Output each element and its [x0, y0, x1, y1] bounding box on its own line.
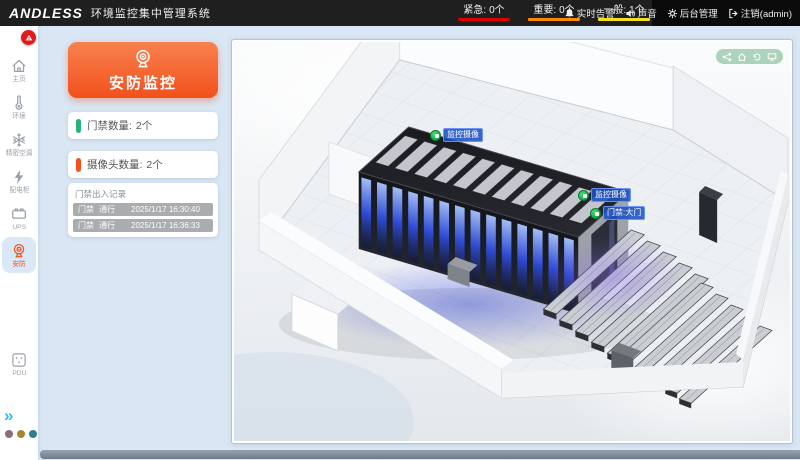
sidebar-nav: 主页 环境 精密空调 配电柜 UPS 安防 PDU »	[0, 26, 38, 460]
door-access-count-value: 2个	[136, 118, 152, 133]
logout-label: 注销(admin)	[741, 6, 792, 20]
record-time: 2025/1/17 16:36:33	[131, 221, 213, 230]
app-title: 环境监控集中管理系统	[91, 5, 211, 21]
theme-dot-gold[interactable]	[17, 430, 25, 438]
record-status: 通行	[99, 220, 131, 231]
logout-button[interactable]: 注销(admin)	[728, 6, 792, 20]
admin-button[interactable]: 后台管理	[667, 6, 718, 20]
logout-icon	[728, 8, 739, 19]
share-icon[interactable]	[722, 52, 732, 62]
horizontal-scrollbar[interactable]	[40, 450, 800, 459]
record-type: 门禁	[73, 220, 99, 231]
sidebar-item-power-cabinet-label: 配电柜	[9, 187, 29, 195]
camera-status-dot	[430, 130, 441, 141]
camera-count-label: 摄像头数量:	[87, 157, 142, 172]
admin-label: 后台管理	[680, 6, 718, 20]
camera-marker-label: 监控摄像	[443, 128, 483, 142]
sidebar-item-security-label: 安防	[12, 261, 25, 269]
battery-icon	[10, 205, 28, 223]
sidebar-item-pdu[interactable]: PDU	[2, 346, 36, 382]
speaker-icon	[625, 8, 636, 19]
sidebar-item-ups[interactable]: UPS	[2, 200, 36, 236]
sidebar-item-home[interactable]: 主页	[2, 52, 36, 88]
brand-logo: ANDLESS	[0, 5, 91, 21]
thermometer-icon	[10, 94, 28, 112]
datacenter-room-render	[234, 42, 790, 441]
fullscreen-icon[interactable]	[767, 52, 777, 62]
sidebar-dots	[5, 430, 37, 438]
record-status: 通行	[99, 204, 131, 215]
sidebar-item-ups-label: UPS	[12, 224, 26, 232]
camera-marker-1[interactable]: 监控摄像	[430, 128, 483, 142]
bell-icon	[564, 8, 575, 19]
access-record-row[interactable]: 门禁 通行 2025/1/17 16:36:33	[73, 219, 213, 232]
3d-room-viewport[interactable]: 监控摄像 监控摄像 门禁:大门	[231, 39, 793, 444]
home-view-icon[interactable]	[737, 52, 747, 62]
access-record-row[interactable]: 门禁 通行 2025/1/17 16:30:40	[73, 203, 213, 216]
sidebar-item-precision-ac[interactable]: 精密空调	[2, 126, 36, 162]
orange-accent-pill	[76, 158, 81, 172]
alert-badge[interactable]	[21, 30, 36, 45]
theme-dot-mauve[interactable]	[5, 430, 13, 438]
theme-dot-teal[interactable]	[29, 430, 37, 438]
door-marker-label: 门禁:大门	[603, 206, 645, 220]
record-time: 2025/1/17 16:30:40	[131, 205, 213, 214]
green-accent-pill	[76, 119, 81, 133]
realtime-alarm-button[interactable]: 实时告警	[564, 6, 615, 20]
home-icon	[10, 57, 28, 75]
access-records-title: 门禁出入记录	[75, 188, 213, 200]
alarm-counters: 紧急:0个 重要:0个 一般:1个	[458, 0, 650, 26]
camera-marker-label: 监控摄像	[591, 188, 631, 202]
warning-triangle-icon	[24, 33, 34, 43]
top-header: ANDLESS 环境监控集中管理系统 紧急:0个 重要:0个 一般:1个 实时告…	[0, 0, 800, 26]
alarm-urgent-label: 紧急:	[463, 5, 486, 16]
alarm-important-label: 重要:	[533, 5, 556, 16]
camera-marker-2[interactable]: 监控摄像	[578, 188, 631, 202]
camera-count-card: 摄像头数量: 2个	[68, 151, 218, 178]
sidebar-item-security[interactable]: 安防	[2, 237, 36, 273]
access-records-card: 门禁出入记录 门禁 通行 2025/1/17 16:30:40 门禁 通行 20…	[68, 183, 218, 237]
alarm-urgent-count: 0个	[489, 5, 505, 16]
socket-icon	[10, 351, 28, 369]
record-type: 门禁	[73, 204, 99, 215]
security-monitor-button[interactable]: 安防监控	[68, 42, 218, 98]
gear-icon	[667, 8, 678, 19]
alarm-counter-urgent[interactable]: 紧急:0个	[458, 5, 510, 21]
camera-status-dot	[578, 190, 589, 201]
realtime-alarm-label: 实时告警	[577, 6, 615, 20]
door-status-dot	[590, 208, 601, 219]
snowflake-icon	[10, 131, 28, 149]
sidebar-item-pdu-label: PDU	[12, 370, 26, 378]
camera-count-value: 2个	[146, 157, 162, 172]
header-actions: 实时告警 声音 后台管理 注销(admin)	[652, 0, 800, 26]
sidebar-item-environment[interactable]: 环境	[2, 89, 36, 125]
sidebar-item-home-label: 主页	[12, 76, 25, 84]
sidebar-expand-chevrons[interactable]: »	[4, 408, 13, 424]
sidebar-item-environment-label: 环境	[12, 113, 25, 121]
webcam-large-icon	[132, 48, 154, 70]
sound-label: 声音	[638, 6, 657, 20]
sidebar-item-precision-ac-label: 精密空调	[6, 150, 33, 158]
reset-view-icon[interactable]	[752, 52, 762, 62]
alarm-urgent-underline	[458, 18, 510, 21]
3d-scene[interactable]: 监控摄像 监控摄像 门禁:大门	[234, 42, 790, 441]
lightning-icon	[10, 168, 28, 186]
sound-button[interactable]: 声音	[625, 6, 657, 20]
scene-toolbar	[716, 49, 783, 64]
security-monitor-label: 安防监控	[109, 72, 177, 93]
door-access-count-label: 门禁数量:	[87, 118, 132, 133]
door-access-count-card: 门禁数量: 2个	[68, 112, 218, 139]
sidebar-item-power-cabinet[interactable]: 配电柜	[2, 163, 36, 199]
webcam-icon	[10, 242, 28, 260]
door-access-marker[interactable]: 门禁:大门	[590, 206, 645, 220]
